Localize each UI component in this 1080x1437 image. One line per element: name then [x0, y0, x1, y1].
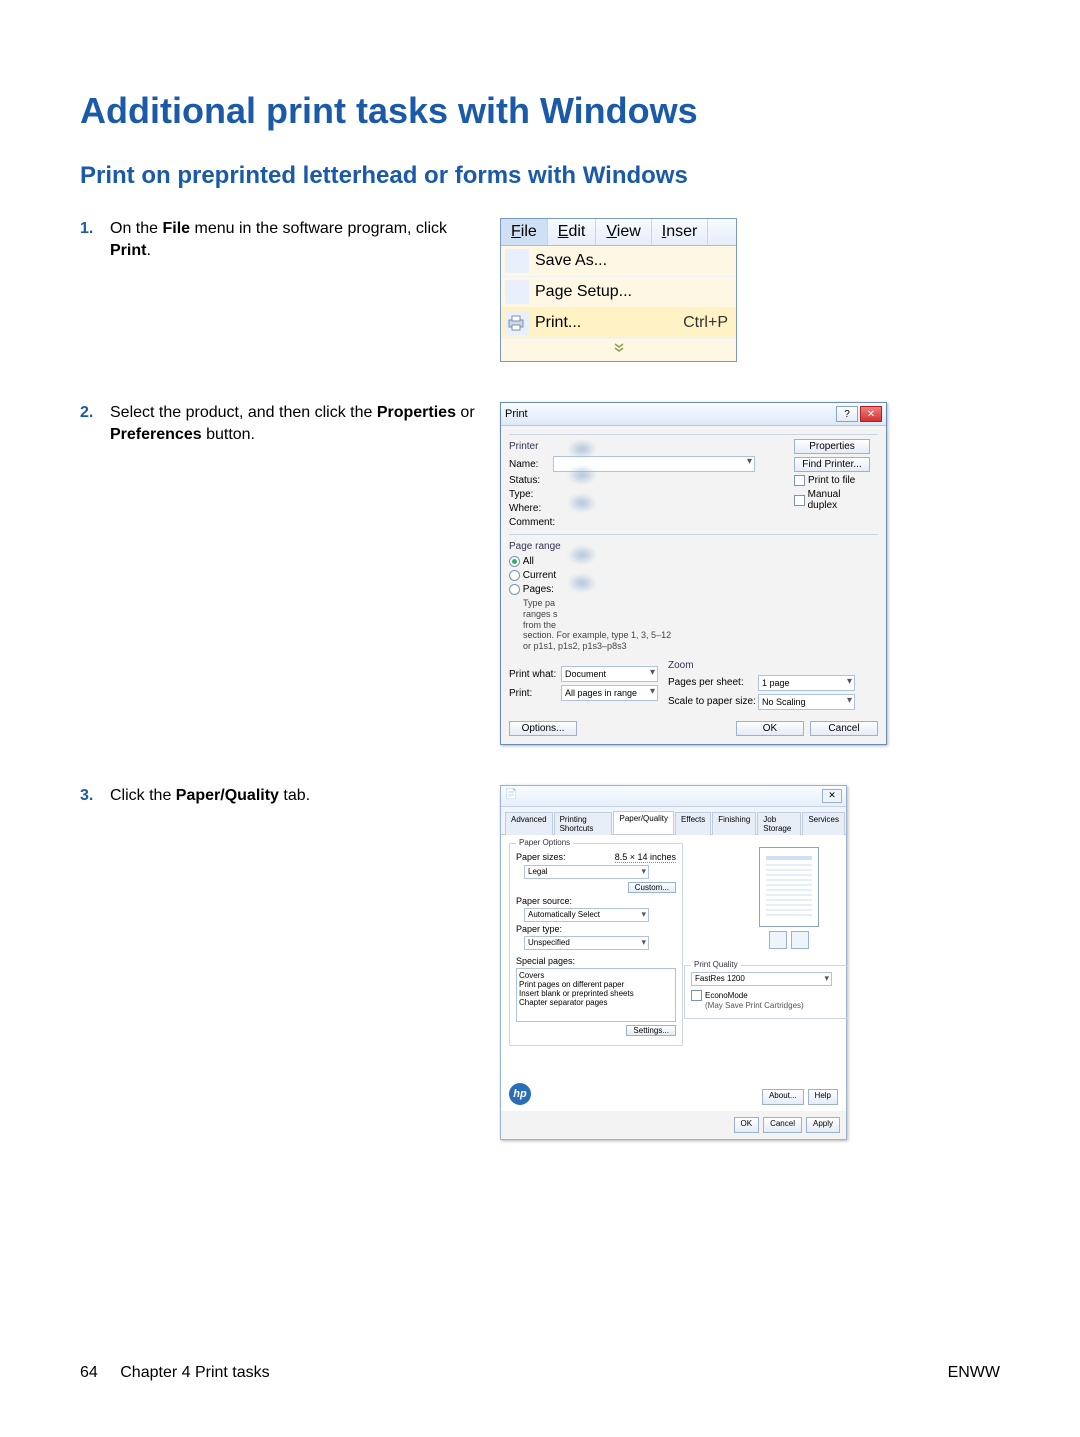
- tab-paper-quality[interactable]: Paper/Quality: [613, 811, 673, 834]
- preview-icon-1: [769, 931, 787, 949]
- paper-source-field[interactable]: Automatically Select: [524, 908, 649, 922]
- step-3-number: 3.: [80, 785, 110, 807]
- tab-printing-shortcuts[interactable]: Printing Shortcuts: [554, 812, 613, 835]
- menu-item-save-as[interactable]: Save As...: [501, 246, 736, 277]
- footer-page-number: 64: [80, 1364, 98, 1381]
- cancel-button[interactable]: Cancel: [810, 721, 878, 736]
- print-label: Print:: [509, 688, 561, 699]
- paper-options-group: Paper Options: [516, 838, 573, 847]
- page-preview: [744, 847, 834, 947]
- print-quality-field[interactable]: FastRes 1200: [691, 972, 832, 986]
- print-what-label: Print what:: [509, 669, 561, 680]
- options-button[interactable]: Options...: [509, 721, 577, 736]
- printer-icon: [507, 315, 525, 331]
- manual-duplex-checkbox[interactable]: Manual duplex: [794, 489, 870, 511]
- about-button[interactable]: About...: [762, 1089, 804, 1105]
- economode-hint: (May Save Print Cartridges): [705, 1001, 841, 1010]
- print-quality-group: Print Quality: [691, 960, 741, 969]
- paper-type-field[interactable]: Unspecified: [524, 936, 649, 950]
- comment-label: Comment:: [509, 517, 553, 528]
- close-button[interactable]: ✕: [860, 406, 882, 422]
- tab-advanced[interactable]: Advanced: [505, 812, 553, 835]
- properties-button[interactable]: Properties: [794, 439, 870, 454]
- print-shortcut: Ctrl+P: [683, 314, 728, 332]
- tab-effects[interactable]: Effects: [675, 812, 711, 835]
- file-menu-screenshot: File Edit View Inser Save As... Page Set…: [500, 218, 737, 362]
- menu-insert[interactable]: Inser: [652, 219, 709, 245]
- print-to-file-checkbox[interactable]: Print to file: [794, 475, 870, 486]
- page-footer: 64 Chapter 4 Print tasks ENWW: [80, 1364, 1000, 1382]
- type-label: Type:: [509, 489, 553, 500]
- step-3: 3. Click the Paper/Quality tab. 📄 ✕ Adva…: [80, 785, 1000, 1140]
- print-dialog-screenshot: Print ? ✕ Printer Properties Find Printe…: [500, 402, 887, 745]
- tab-job-storage[interactable]: Job Storage: [757, 812, 801, 835]
- pages-label: Pages:: [523, 584, 554, 595]
- economode-checkbox[interactable]: EconoMode: [691, 990, 841, 1001]
- name-label: Name:: [509, 459, 553, 470]
- props-close-button[interactable]: ✕: [822, 789, 842, 803]
- footer-right: ENWW: [948, 1364, 1000, 1382]
- help-button[interactable]: ?: [836, 406, 858, 422]
- menu-file-txt: ile: [521, 223, 537, 240]
- all-label: All: [523, 556, 534, 567]
- chevron-double-down-icon: [613, 342, 625, 354]
- ok-button[interactable]: OK: [736, 721, 804, 736]
- props-apply-button[interactable]: Apply: [806, 1117, 840, 1133]
- print-what-field[interactable]: Document: [561, 666, 658, 682]
- special-pages-list[interactable]: Covers Print pages on different paper In…: [516, 968, 676, 1022]
- props-title-icon: 📄: [505, 789, 517, 803]
- step-2-text: Select the product, and then click the P…: [110, 402, 480, 447]
- step-1-number: 1.: [80, 218, 110, 240]
- page-subtitle: Print on preprinted letterhead or forms …: [80, 162, 1000, 190]
- paper-type-label: Paper type:: [516, 924, 676, 934]
- scale-field[interactable]: No Scaling: [758, 694, 855, 710]
- menu-item-print[interactable]: Print... Ctrl+P: [501, 308, 736, 339]
- step-1: 1. On the File menu in the software prog…: [80, 218, 1000, 362]
- print-field[interactable]: All pages in range: [561, 685, 658, 701]
- help-button-props[interactable]: Help: [808, 1089, 838, 1105]
- settings-button[interactable]: Settings...: [626, 1025, 676, 1036]
- special-pages-label: Special pages:: [516, 956, 676, 966]
- tab-finishing[interactable]: Finishing: [712, 812, 756, 835]
- footer-chapter: Chapter 4 Print tasks: [120, 1364, 269, 1381]
- step-2: 2. Select the product, and then click th…: [80, 402, 1000, 745]
- page-title: Additional print tasks with Windows: [80, 90, 1000, 132]
- paper-size-field[interactable]: Legal: [524, 865, 649, 879]
- paper-sizes-label: Paper sizes: 8.5 × 14 inches: [516, 852, 676, 862]
- props-cancel-button[interactable]: Cancel: [763, 1117, 802, 1133]
- hp-logo: hp: [509, 1083, 531, 1105]
- pps-label: Pages per sheet:: [668, 677, 758, 688]
- find-printer-button[interactable]: Find Printer...: [794, 457, 870, 472]
- all-radio[interactable]: [509, 556, 520, 567]
- menu-edit[interactable]: Edit: [548, 219, 597, 245]
- tab-services[interactable]: Services: [802, 812, 845, 835]
- properties-dialog-screenshot: 📄 ✕ Advanced Printing Shortcuts Paper/Qu…: [500, 785, 847, 1140]
- pps-field[interactable]: 1 page: [758, 675, 855, 691]
- step-2-number: 2.: [80, 402, 110, 424]
- preview-icon-2: [791, 931, 809, 949]
- status-label: Status:: [509, 475, 553, 486]
- printer-name-field[interactable]: [553, 456, 755, 472]
- pages-radio[interactable]: [509, 584, 520, 595]
- paper-source-label: Paper source:: [516, 896, 676, 906]
- where-label: Where:: [509, 503, 553, 514]
- page-range-group: Page range: [509, 541, 878, 552]
- current-radio[interactable]: [509, 570, 520, 581]
- step-3-text: Click the Paper/Quality tab.: [110, 785, 480, 807]
- menu-file[interactable]: File: [501, 219, 548, 245]
- dialog-title: Print: [505, 408, 528, 420]
- menu-expand[interactable]: [501, 339, 736, 361]
- step-1-text: On the File menu in the software program…: [110, 218, 480, 263]
- custom-button[interactable]: Custom...: [628, 882, 676, 893]
- menu-view[interactable]: View: [596, 219, 651, 245]
- props-ok-button[interactable]: OK: [734, 1117, 760, 1133]
- tabs-bar: Advanced Printing Shortcuts Paper/Qualit…: [501, 807, 846, 835]
- menu-item-page-setup[interactable]: Page Setup...: [501, 277, 736, 308]
- scale-label: Scale to paper size:: [668, 696, 758, 707]
- zoom-group: Zoom: [668, 660, 878, 671]
- current-label: Current: [523, 570, 556, 581]
